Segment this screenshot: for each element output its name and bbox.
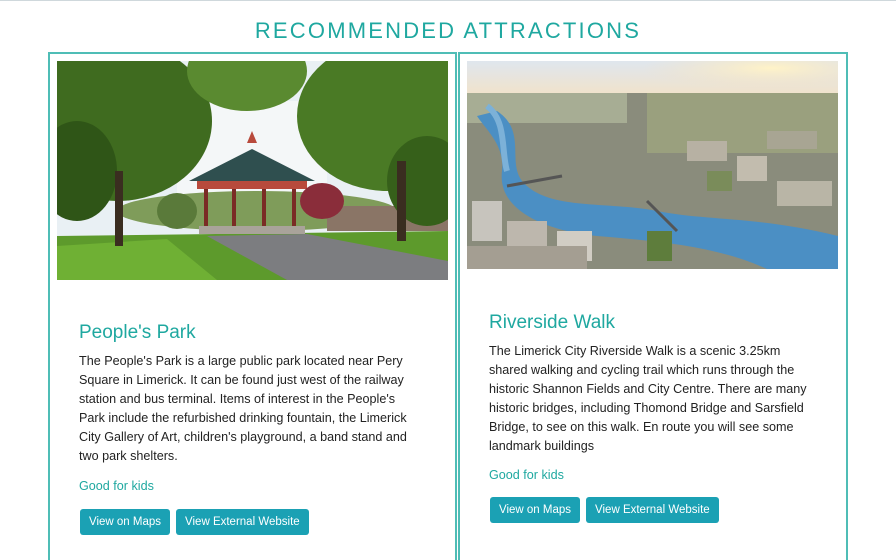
view-external-website-button[interactable]: View External Website	[586, 497, 719, 523]
attractions-page: RECOMMENDED ATTRACTIONS People's Park Th…	[0, 0, 896, 560]
attraction-title: Riverside Walk	[489, 312, 615, 333]
good-for-kids-link[interactable]: Good for kids	[489, 468, 564, 482]
page-title: RECOMMENDED ATTRACTIONS	[254, 18, 642, 43]
riverside-walk-photo	[467, 61, 838, 269]
good-for-kids-link[interactable]: Good for kids	[79, 479, 154, 493]
view-external-website-button[interactable]: View External Website	[176, 509, 309, 535]
attraction-description: The People's Park is a large public park…	[79, 354, 407, 463]
card-actions: View on Maps View External Website	[490, 497, 719, 523]
view-on-maps-button[interactable]: View on Maps	[490, 497, 581, 523]
attraction-card-riverside-walk: Riverside Walk The Limerick City Riversi…	[458, 52, 848, 560]
peoples-park-photo	[57, 61, 448, 280]
card-actions: View on Maps View External Website	[80, 509, 309, 535]
attraction-card-peoples-park: People's Park The People's Park is a lar…	[48, 52, 457, 560]
view-on-maps-button[interactable]: View on Maps	[80, 509, 171, 535]
attraction-title: People's Park	[79, 322, 196, 343]
attraction-description: The Limerick City Riverside Walk is a sc…	[489, 344, 807, 453]
